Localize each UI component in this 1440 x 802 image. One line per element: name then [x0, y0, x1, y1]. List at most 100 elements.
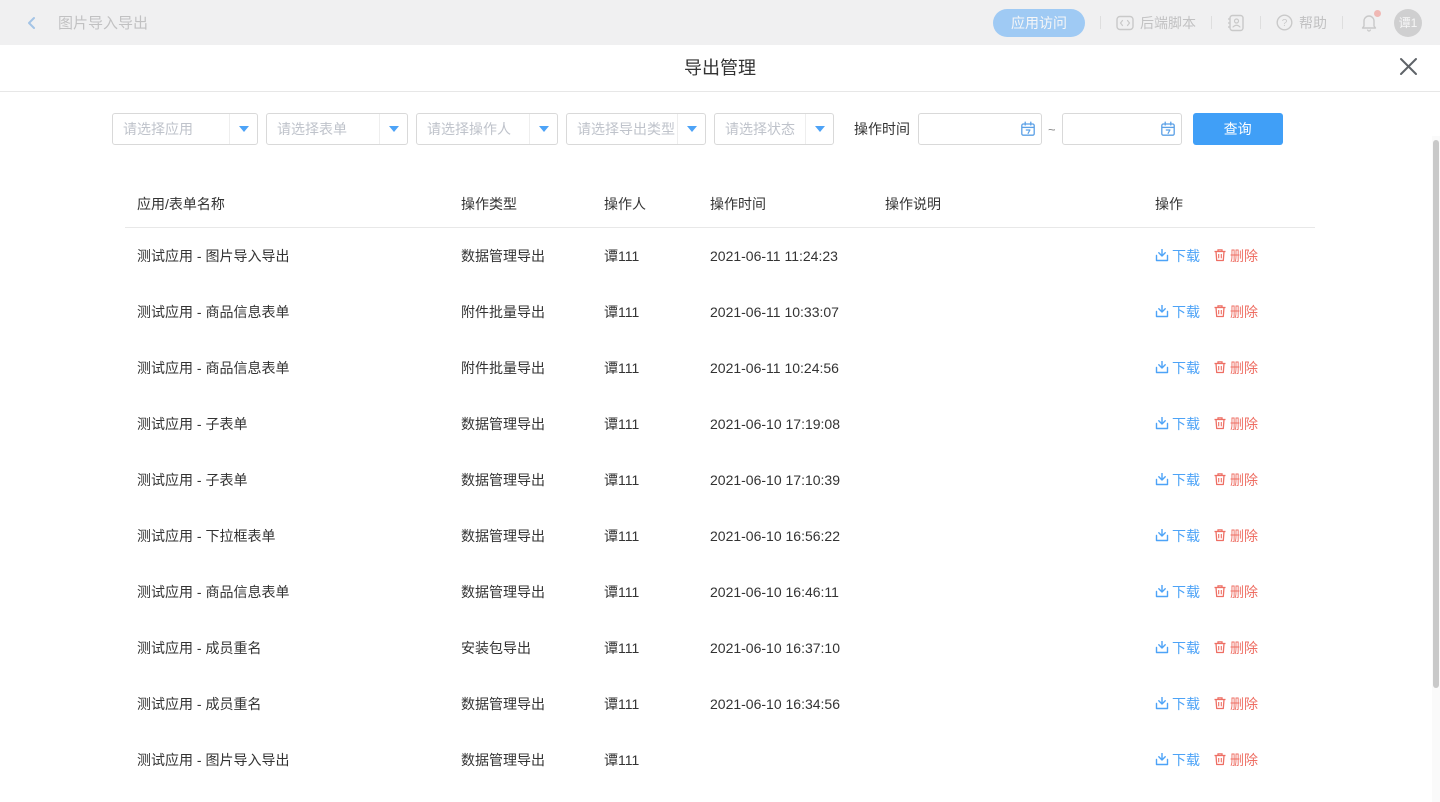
chevron-down-icon — [529, 114, 557, 144]
cell-operator: 谭111 — [592, 750, 698, 770]
cell-app-form-name: 测试应用 - 成员重名 — [125, 638, 449, 658]
delete-link[interactable]: 删除 — [1213, 414, 1258, 434]
trash-icon — [1213, 472, 1227, 489]
chevron-down-icon — [379, 114, 407, 144]
trash-icon — [1213, 416, 1227, 433]
select-placeholder: 请选择操作人 — [417, 114, 529, 144]
table-body: 测试应用 - 图片导入导出 数据管理导出 谭111 2021-06-11 11:… — [125, 228, 1315, 788]
cell-app-form-name: 测试应用 - 商品信息表单 — [125, 358, 449, 378]
query-button[interactable]: 查询 — [1193, 113, 1283, 145]
download-link[interactable]: 下载 — [1155, 638, 1200, 658]
chevron-down-icon — [229, 114, 257, 144]
delete-link[interactable]: 删除 — [1213, 582, 1258, 602]
table-row: 测试应用 - 成员重名 安装包导出 谭111 2021-06-10 16:37:… — [125, 620, 1315, 676]
download-link[interactable]: 下载 — [1155, 582, 1200, 602]
download-label: 下载 — [1172, 470, 1200, 490]
calendar-icon — [1155, 121, 1181, 137]
table-row: 测试应用 - 图片导入导出 数据管理导出 谭111 下载 删除 — [125, 732, 1315, 788]
cell-operator: 谭111 — [592, 582, 698, 602]
cell-operator: 谭111 — [592, 358, 698, 378]
table-row: 测试应用 - 商品信息表单 数据管理导出 谭111 2021-06-10 16:… — [125, 564, 1315, 620]
select-placeholder: 请选择应用 — [113, 114, 229, 144]
trash-icon — [1213, 304, 1227, 321]
backend-script-button[interactable]: 后端脚本 — [1116, 13, 1196, 33]
cell-actions: 下载 删除 — [1143, 470, 1315, 490]
trash-icon — [1213, 248, 1227, 265]
delete-label: 删除 — [1230, 582, 1258, 602]
delete-label: 删除 — [1230, 358, 1258, 378]
column-header: 操作说明 — [873, 194, 1143, 214]
filter-select-5[interactable]: 请选择状态 — [714, 113, 834, 145]
delete-label: 删除 — [1230, 750, 1258, 770]
date-start-input[interactable] — [918, 113, 1042, 145]
close-icon — [1399, 57, 1418, 81]
avatar[interactable]: 谭1 — [1394, 9, 1422, 37]
cell-actions: 下载 删除 — [1143, 694, 1315, 714]
download-icon — [1155, 752, 1169, 769]
filter-select-2[interactable]: 请选择表单 — [266, 113, 408, 145]
back-button[interactable] — [20, 11, 44, 35]
filter-select-3[interactable]: 请选择操作人 — [416, 113, 558, 145]
download-link[interactable]: 下载 — [1155, 414, 1200, 434]
delete-link[interactable]: 删除 — [1213, 694, 1258, 714]
cell-operation-time: 2021-06-10 16:56:22 — [698, 528, 873, 544]
cell-operation-time: 2021-06-11 10:24:56 — [698, 360, 873, 376]
cell-operation-type: 数据管理导出 — [449, 246, 592, 266]
download-icon — [1155, 584, 1169, 601]
delete-link[interactable]: 删除 — [1213, 750, 1258, 770]
date-end-field[interactable] — [1063, 114, 1155, 144]
trash-icon — [1213, 528, 1227, 545]
download-label: 下载 — [1172, 358, 1200, 378]
modal-title: 导出管理 — [0, 45, 1440, 91]
cell-actions: 下载 删除 — [1143, 526, 1315, 546]
delete-label: 删除 — [1230, 526, 1258, 546]
trash-icon — [1213, 360, 1227, 377]
cell-operation-type: 数据管理导出 — [449, 414, 592, 434]
delete-link[interactable]: 删除 — [1213, 470, 1258, 490]
table-header-row: 应用/表单名称操作类型操作人操作时间操作说明操作 — [125, 180, 1315, 228]
download-icon — [1155, 416, 1169, 433]
date-start-field[interactable] — [919, 114, 1015, 144]
trash-icon — [1213, 752, 1227, 769]
help-button[interactable]: ? 帮助 — [1276, 13, 1327, 33]
table-row: 测试应用 - 子表单 数据管理导出 谭111 2021-06-10 17:10:… — [125, 452, 1315, 508]
notifications-button[interactable] — [1360, 13, 1378, 32]
download-link[interactable]: 下载 — [1155, 526, 1200, 546]
filter-select-4[interactable]: 请选择导出类型 — [566, 113, 706, 145]
trash-icon — [1213, 584, 1227, 601]
scrollbar-thumb[interactable] — [1433, 140, 1439, 688]
cell-actions: 下载 删除 — [1143, 302, 1315, 322]
cell-actions: 下载 删除 — [1143, 246, 1315, 266]
delete-link[interactable]: 删除 — [1213, 302, 1258, 322]
filter-select-1[interactable]: 请选择应用 — [112, 113, 258, 145]
download-link[interactable]: 下载 — [1155, 246, 1200, 266]
contacts-button[interactable] — [1227, 14, 1245, 32]
download-link[interactable]: 下载 — [1155, 694, 1200, 714]
download-label: 下载 — [1172, 694, 1200, 714]
delete-link[interactable]: 删除 — [1213, 526, 1258, 546]
cell-actions: 下载 删除 — [1143, 638, 1315, 658]
app-access-button[interactable]: 应用访问 — [993, 9, 1085, 37]
download-link[interactable]: 下载 — [1155, 302, 1200, 322]
export-management-modal: 导出管理 请选择应用 请选择表单 请选择操作人 请选择导出类型 请选择状态 操作… — [0, 45, 1440, 757]
date-end-input[interactable] — [1062, 113, 1182, 145]
download-icon — [1155, 248, 1169, 265]
cell-operator: 谭111 — [592, 246, 698, 266]
close-button[interactable] — [1398, 58, 1419, 79]
download-link[interactable]: 下载 — [1155, 750, 1200, 770]
cell-app-form-name: 测试应用 - 成员重名 — [125, 694, 449, 714]
cell-operation-type: 数据管理导出 — [449, 470, 592, 490]
delete-link[interactable]: 删除 — [1213, 246, 1258, 266]
cell-operation-time: 2021-06-11 10:33:07 — [698, 304, 873, 320]
download-label: 下载 — [1172, 750, 1200, 770]
download-link[interactable]: 下载 — [1155, 358, 1200, 378]
download-label: 下载 — [1172, 302, 1200, 322]
delete-link[interactable]: 删除 — [1213, 358, 1258, 378]
column-header: 操作人 — [592, 194, 698, 214]
column-header: 操作类型 — [449, 194, 592, 214]
download-link[interactable]: 下载 — [1155, 470, 1200, 490]
topbar-divider — [1211, 16, 1212, 29]
notification-badge — [1374, 10, 1381, 17]
delete-link[interactable]: 删除 — [1213, 638, 1258, 658]
select-placeholder: 请选择状态 — [715, 114, 805, 144]
